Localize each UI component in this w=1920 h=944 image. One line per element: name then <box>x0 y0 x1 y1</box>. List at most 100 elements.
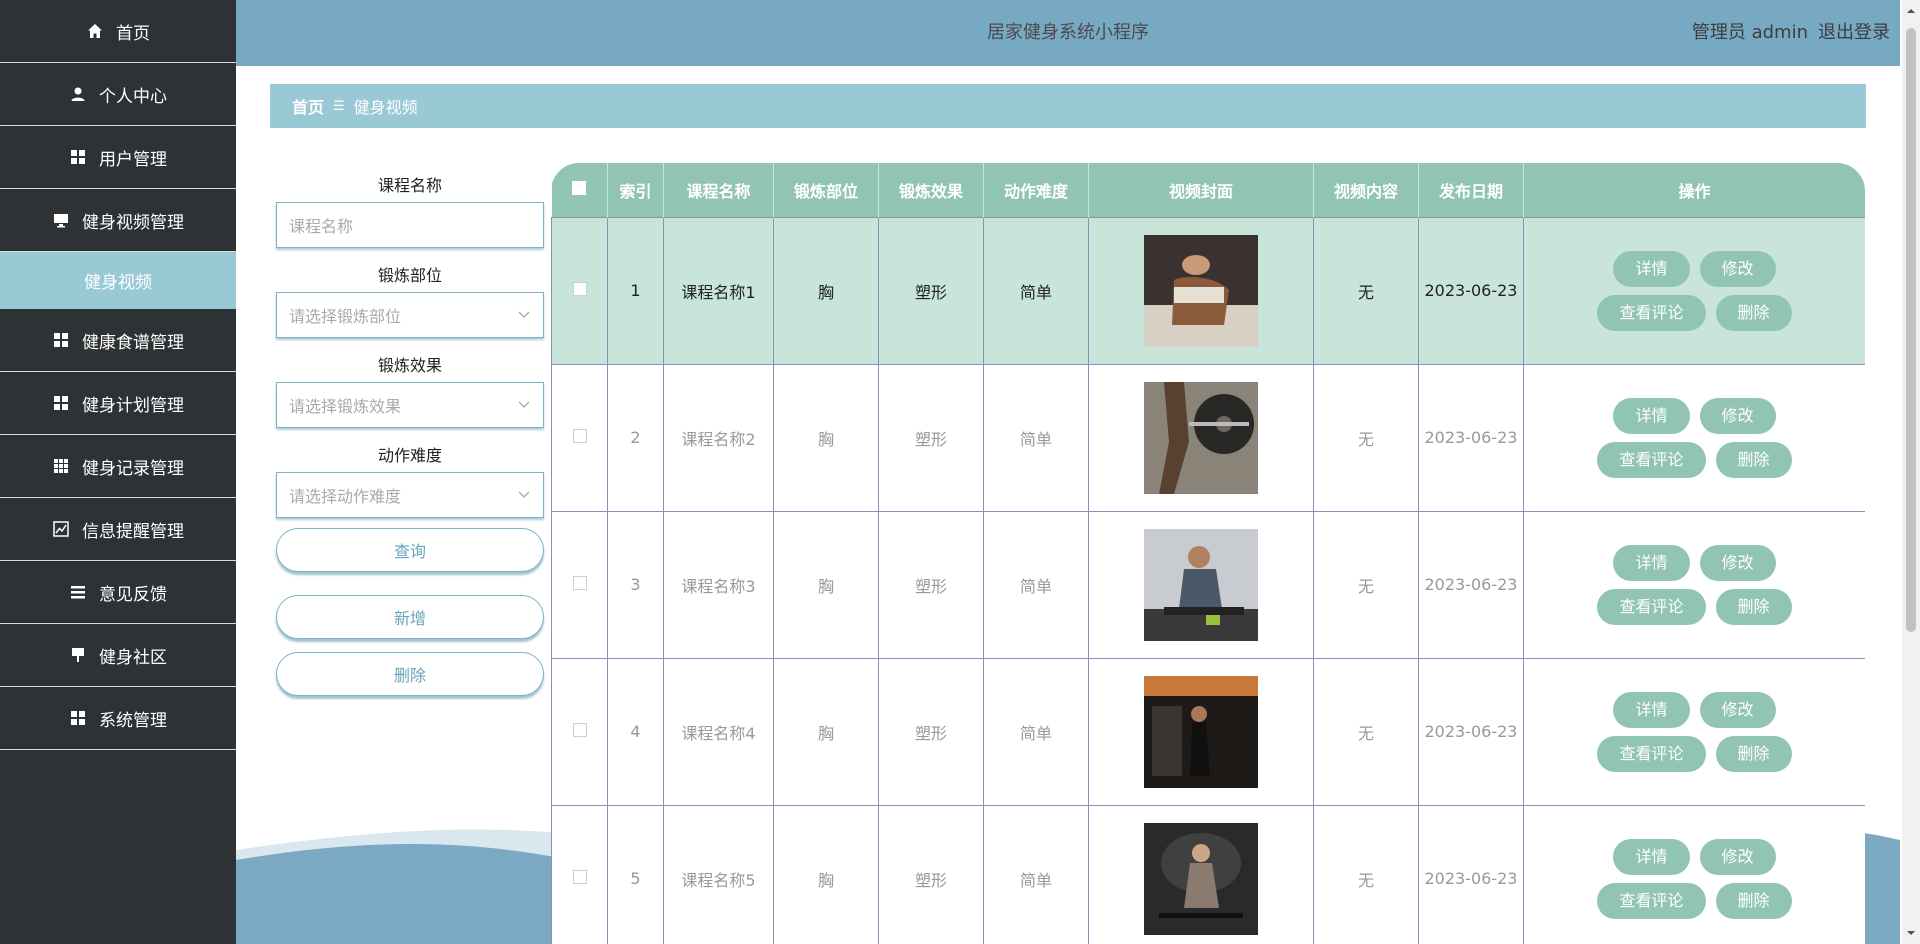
row-select-cell <box>551 657 608 806</box>
view-comments-button[interactable]: 查看评论 <box>1597 441 1706 478</box>
row-checkbox[interactable] <box>572 429 587 443</box>
row-checkbox[interactable] <box>572 723 587 737</box>
edit-button[interactable]: 修改 <box>1699 691 1776 728</box>
column-header: 发布日期 <box>1418 163 1524 217</box>
actions-cell: 详情 修改 查看评论 删除 <box>1523 363 1865 512</box>
breadcrumb-home[interactable]: 首页 <box>292 94 324 118</box>
view-comments-button[interactable]: 查看评论 <box>1597 882 1706 919</box>
detail-button[interactable]: 详情 <box>1613 250 1690 287</box>
video-cover-image[interactable] <box>1144 381 1258 494</box>
course-name-input[interactable]: 课程名称 <box>276 202 544 248</box>
sidebar-item-profile[interactable]: 个人中心 <box>0 63 236 126</box>
table-row[interactable]: 5 课程名称5 胸 塑形 简单 无 2023-06-23 详情 修改 查看评论 … <box>551 804 1865 944</box>
edit-button[interactable]: 修改 <box>1699 397 1776 434</box>
column-header: 视频封面 <box>1088 163 1314 217</box>
content-cell: 无 <box>1313 804 1419 944</box>
difficulty-select[interactable]: 请选择动作难度 <box>276 472 544 518</box>
part-cell: 胸 <box>773 657 879 806</box>
scroll-up-arrow-icon[interactable] <box>1906 6 1916 16</box>
add-button[interactable]: 新增 <box>276 595 544 639</box>
edit-button[interactable]: 修改 <box>1699 838 1776 875</box>
sidebar-item-videos[interactable]: 健身视频 <box>0 252 236 309</box>
row-select-cell <box>551 216 608 365</box>
video-cover-image[interactable] <box>1144 822 1258 935</box>
chart-icon <box>52 520 70 538</box>
user-icon <box>69 85 87 103</box>
breadcrumb-separator-icon: ☰ <box>333 98 345 114</box>
content-cell: 无 <box>1313 657 1419 806</box>
effect-cell: 塑形 <box>878 510 984 659</box>
actions-cell: 详情 修改 查看评论 删除 <box>1523 804 1865 944</box>
view-comments-button[interactable]: 查看评论 <box>1597 588 1706 625</box>
exercise-part-select[interactable]: 请选择锻炼部位 <box>276 292 544 338</box>
edit-button[interactable]: 修改 <box>1699 250 1776 287</box>
content-cell: 无 <box>1313 216 1419 365</box>
cover-cell <box>1088 510 1314 659</box>
sidebar-item-label: 健身社区 <box>99 647 167 668</box>
scrollbar-thumb[interactable] <box>1906 28 1916 632</box>
page-scrollbar[interactable] <box>1902 0 1920 944</box>
sidebar-item-feedback[interactable]: 意见反馈 <box>0 561 236 624</box>
table-row[interactable]: 3 课程名称3 胸 塑形 简单 无 2023-06-23 详情 修改 查看评论 … <box>551 510 1865 659</box>
sidebar-item-system[interactable]: 系统管理 <box>0 687 236 750</box>
row-delete-button[interactable]: 删除 <box>1715 588 1792 625</box>
sidebar-item-community[interactable]: 健身社区 <box>0 624 236 687</box>
part-cell: 胸 <box>773 804 879 944</box>
sidebar-item-label: 用户管理 <box>99 149 167 170</box>
date-cell: 2023-06-23 <box>1418 657 1524 806</box>
query-button[interactable]: 查询 <box>276 528 544 572</box>
video-cover-image[interactable] <box>1144 234 1258 347</box>
table-row[interactable]: 1 课程名称1 胸 塑形 简单 无 2023-06-23 详情 修改 查看评论 … <box>551 216 1865 365</box>
row-checkbox[interactable] <box>572 282 587 296</box>
sidebar-item-plans[interactable]: 健身计划管理 <box>0 372 236 435</box>
video-cover-image[interactable] <box>1144 675 1258 788</box>
row-delete-button[interactable]: 删除 <box>1715 294 1792 331</box>
logout-link[interactable]: 退出登录 <box>1818 0 1890 66</box>
select-all-checkbox[interactable] <box>572 181 587 196</box>
sidebar-item-label: 个人中心 <box>99 86 167 107</box>
detail-button[interactable]: 详情 <box>1613 838 1690 875</box>
detail-button[interactable]: 详情 <box>1613 397 1690 434</box>
part-cell: 胸 <box>773 363 879 512</box>
row-select-cell <box>551 363 608 512</box>
sidebar-item-reminders[interactable]: 信息提醒管理 <box>0 498 236 561</box>
column-header: 锻炼效果 <box>878 163 984 217</box>
exercise-effect-select[interactable]: 请选择锻炼效果 <box>276 382 544 428</box>
video-table: 索引 课程名称 锻炼部位 锻炼效果 动作难度 视频封面 视频内容 发布日期 操作… <box>551 163 1865 944</box>
column-header: 索引 <box>607 163 664 217</box>
detail-button[interactable]: 详情 <box>1613 691 1690 728</box>
course-name-cell: 课程名称3 <box>663 510 774 659</box>
top-header: 居家健身系统小程序 管理员 admin 退出登录 <box>236 0 1900 66</box>
list-icon <box>69 583 87 601</box>
view-comments-button[interactable]: 查看评论 <box>1597 294 1706 331</box>
row-delete-button[interactable]: 删除 <box>1715 735 1792 772</box>
row-delete-button[interactable]: 删除 <box>1715 441 1792 478</box>
column-header: 动作难度 <box>983 163 1089 217</box>
table-row[interactable]: 2 课程名称2 胸 塑形 简单 无 2023-06-23 详情 修改 查看评论 … <box>551 363 1865 512</box>
sidebar-item-users[interactable]: 用户管理 <box>0 126 236 189</box>
scroll-down-arrow-icon[interactable] <box>1906 928 1916 938</box>
cover-cell <box>1088 657 1314 806</box>
detail-button[interactable]: 详情 <box>1613 544 1690 581</box>
row-checkbox[interactable] <box>572 870 587 884</box>
delete-button[interactable]: 删除 <box>276 652 544 696</box>
sidebar-item-video-management[interactable]: 健身视频管理 <box>0 189 236 252</box>
effect-cell: 塑形 <box>878 363 984 512</box>
table-row[interactable]: 4 课程名称4 胸 塑形 简单 无 2023-06-23 详情 修改 查看评论 … <box>551 657 1865 806</box>
view-comments-button[interactable]: 查看评论 <box>1597 735 1706 772</box>
edit-button[interactable]: 修改 <box>1699 544 1776 581</box>
sidebar-item-records[interactable]: 健身记录管理 <box>0 435 236 498</box>
row-checkbox[interactable] <box>572 576 587 590</box>
video-cover-image[interactable] <box>1144 528 1258 641</box>
sidebar-item-label: 健身视频 <box>84 273 152 293</box>
grid-icon <box>52 331 70 349</box>
cover-cell <box>1088 804 1314 944</box>
sidebar-item-home[interactable]: 首页 <box>0 0 236 63</box>
sidebar-item-recipes[interactable]: 健康食谱管理 <box>0 309 236 372</box>
part-cell: 胸 <box>773 510 879 659</box>
row-delete-button[interactable]: 删除 <box>1715 882 1792 919</box>
course-name-cell: 课程名称4 <box>663 657 774 806</box>
effect-cell: 塑形 <box>878 804 984 944</box>
difficulty-placeholder: 请选择动作难度 <box>289 487 402 506</box>
index-cell: 1 <box>607 216 664 365</box>
